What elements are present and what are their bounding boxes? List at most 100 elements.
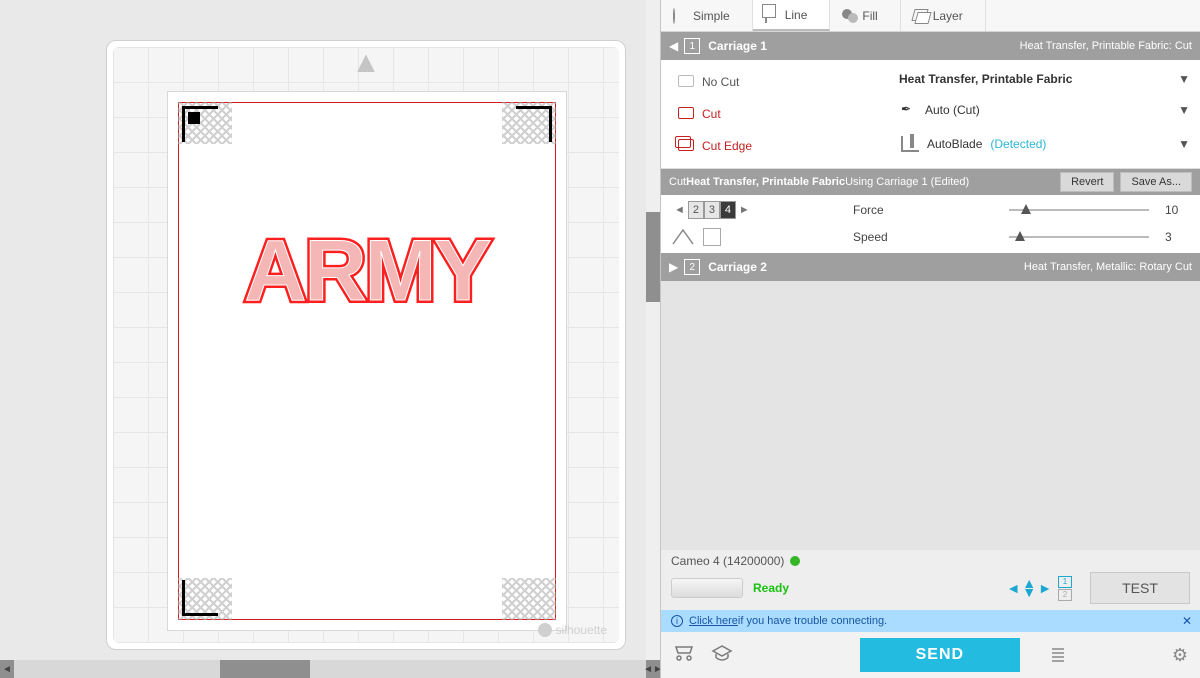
depth-option-4[interactable]: 4 <box>720 201 736 219</box>
canvas-horizontal-scroll-thumb[interactable] <box>220 660 310 678</box>
registration-mark-tr <box>516 106 552 142</box>
feed-right-icon[interactable]: ► <box>1038 580 1052 596</box>
line-icon <box>765 7 767 23</box>
cut-border <box>178 102 556 620</box>
nocut-icon <box>678 75 694 89</box>
force-value: 10 <box>1165 203 1200 217</box>
canvas-horizontal-scrollbar[interactable]: ◄ <box>0 660 646 678</box>
action-label: Auto (Cut) <box>925 103 980 117</box>
canvas-vertical-scroll-thumb[interactable] <box>646 212 660 302</box>
send-panel: Simple Line Fill Layer ◀ 1 Carriage 1 He… <box>660 0 1200 678</box>
action-dropdown[interactable]: ✒ Auto (Cut) ▼ <box>897 96 1192 124</box>
connection-help-text: if you have trouble connecting. <box>738 615 887 627</box>
device-name: Cameo 4 (14200000) <box>671 554 784 568</box>
circle-icon <box>673 8 675 24</box>
device-line: Cameo 4 (14200000) <box>661 550 1200 568</box>
canvas-vertical-scrollbar[interactable] <box>646 0 660 660</box>
save-as-button[interactable]: Save As... <box>1120 172 1192 192</box>
force-slider[interactable] <box>1009 203 1149 217</box>
chevron-down-icon: ▼ <box>1178 137 1190 151</box>
carriage-1-title: Carriage 1 <box>708 39 767 53</box>
design-page[interactable]: ARMY ARMY <box>167 91 567 631</box>
tool-select-2[interactable]: 2 <box>1058 589 1072 601</box>
info-icon: i <box>671 615 683 627</box>
tool-select-1[interactable]: 1 <box>1058 576 1072 588</box>
revert-button[interactable]: Revert <box>1060 172 1114 192</box>
material-name: Heat Transfer, Printable Fabric <box>899 72 1072 86</box>
brand-watermark: silhouette <box>538 623 607 637</box>
brand-watermark-text: silhouette <box>556 623 607 637</box>
blade-depth-selector[interactable]: ◄ 2 3 4 ► <box>671 201 781 219</box>
pen-icon: ✒ <box>901 102 917 118</box>
queue-icon[interactable] <box>1050 646 1066 664</box>
cut-mode-cutedge[interactable]: Cut Edge <box>669 132 889 160</box>
panel-empty-area <box>661 281 1200 550</box>
blade-name: AutoBlade <box>927 137 982 151</box>
blade-status: (Detected) <box>990 137 1046 151</box>
blade-dropdown[interactable]: AutoBlade (Detected) ▼ <box>897 130 1192 158</box>
carriage-number-2-icon: 2 <box>684 259 700 275</box>
cutstrip-prefix: Cut <box>669 176 686 188</box>
tab-simple[interactable]: Simple <box>661 0 753 31</box>
chevron-down-icon: ▼ <box>1178 72 1190 86</box>
overcut-color-swatch[interactable] <box>703 228 721 246</box>
scroll-left-arrow-icon[interactable]: ◄ <box>0 660 14 678</box>
carriage-1-header[interactable]: ◀ 1 Carriage 1 Heat Transfer, Printable … <box>661 32 1200 60</box>
depth-increase-icon[interactable]: ► <box>736 204 753 216</box>
registration-hatch-br <box>502 578 556 620</box>
connection-help-bar: i Click here if you have trouble connect… <box>661 610 1200 632</box>
feed-down-icon[interactable]: ▼ <box>1022 588 1036 597</box>
canvas-workspace: ▲ ARMY ARMY silhouette ◄ ◄► <box>0 0 660 678</box>
scroll-right-arrow-icon[interactable]: ◄► <box>646 660 660 678</box>
tab-line[interactable]: Line <box>753 0 831 31</box>
brand-logo-icon <box>538 623 552 637</box>
registration-square <box>188 112 200 124</box>
connected-indicator-icon <box>790 556 800 566</box>
carriage-2-summary: Heat Transfer, Metallic: Rotary Cut <box>1024 261 1192 273</box>
collapse-arrow-icon[interactable]: ◀ <box>669 39 678 53</box>
carriage-1-body: No Cut Cut Cut Edge Heat Transfer, Print… <box>661 60 1200 169</box>
speed-slider[interactable] <box>1009 230 1149 244</box>
cut-settings: ◄ 2 3 4 ► Force 10 ▲▼ Passes 1 ▲▼ Speed <box>661 195 1200 253</box>
depth-option-3[interactable]: 3 <box>704 201 720 219</box>
close-icon[interactable]: ✕ <box>1182 614 1192 628</box>
line-segment-overcut-icon[interactable] <box>671 228 695 246</box>
depth-decrease-icon[interactable]: ◄ <box>671 204 688 216</box>
registration-mark-bl <box>182 580 218 616</box>
cutedge-icon <box>678 139 694 153</box>
ready-label: Ready <box>753 581 789 595</box>
gear-icon[interactable]: ⚙ <box>1172 645 1188 666</box>
design-text-inner: ARMY <box>244 222 489 321</box>
send-bar: SEND ⚙ <box>661 632 1200 678</box>
test-button[interactable]: TEST <box>1090 572 1190 604</box>
feed-arrows: ◄ ▲ ▼ ► 1 2 <box>1006 576 1072 601</box>
speed-value: 3 <box>1165 230 1200 244</box>
material-dropdown[interactable]: Heat Transfer, Printable Fabric ▼ <box>897 68 1192 90</box>
cut-settings-header: Cut Heat Transfer, Printable Fabric Usin… <box>661 169 1200 195</box>
carriage-2-header[interactable]: ▶ 2 Carriage 2 Heat Transfer, Metallic: … <box>661 253 1200 281</box>
tab-fill[interactable]: Fill <box>830 0 900 31</box>
cutting-mat[interactable]: ▲ ARMY ARMY silhouette <box>106 40 626 650</box>
tab-layer-label: Layer <box>933 9 963 23</box>
cut-mode-list: No Cut Cut Cut Edge <box>669 68 889 160</box>
force-label: Force <box>853 203 1003 217</box>
feed-left-icon[interactable]: ◄ <box>1006 580 1020 596</box>
carriage-1-summary: Heat Transfer, Printable Fabric: Cut <box>1020 40 1192 52</box>
cut-mode-cut-label: Cut <box>702 107 721 121</box>
depth-option-2[interactable]: 2 <box>688 201 704 219</box>
device-thumbnail-icon <box>671 578 743 598</box>
tutorial-icon[interactable] <box>711 644 733 667</box>
send-button[interactable]: SEND <box>860 638 1020 672</box>
cut-mode-nocut[interactable]: No Cut <box>669 68 889 96</box>
store-icon[interactable] <box>673 644 695 667</box>
tab-line-label: Line <box>785 8 808 22</box>
cut-mode-nocut-label: No Cut <box>702 75 739 89</box>
cutstrip-mid: Using Carriage 1 (Edited) <box>845 176 969 188</box>
material-settings: Heat Transfer, Printable Fabric ▼ ✒ Auto… <box>897 68 1192 160</box>
expand-arrow-icon[interactable]: ▶ <box>669 260 678 274</box>
cut-icon <box>678 107 694 121</box>
tab-layer[interactable]: Layer <box>901 0 986 31</box>
connection-help-link[interactable]: Click here <box>689 615 738 627</box>
carriage-number-1-icon: 1 <box>684 38 700 54</box>
cut-mode-cut[interactable]: Cut <box>669 100 889 128</box>
